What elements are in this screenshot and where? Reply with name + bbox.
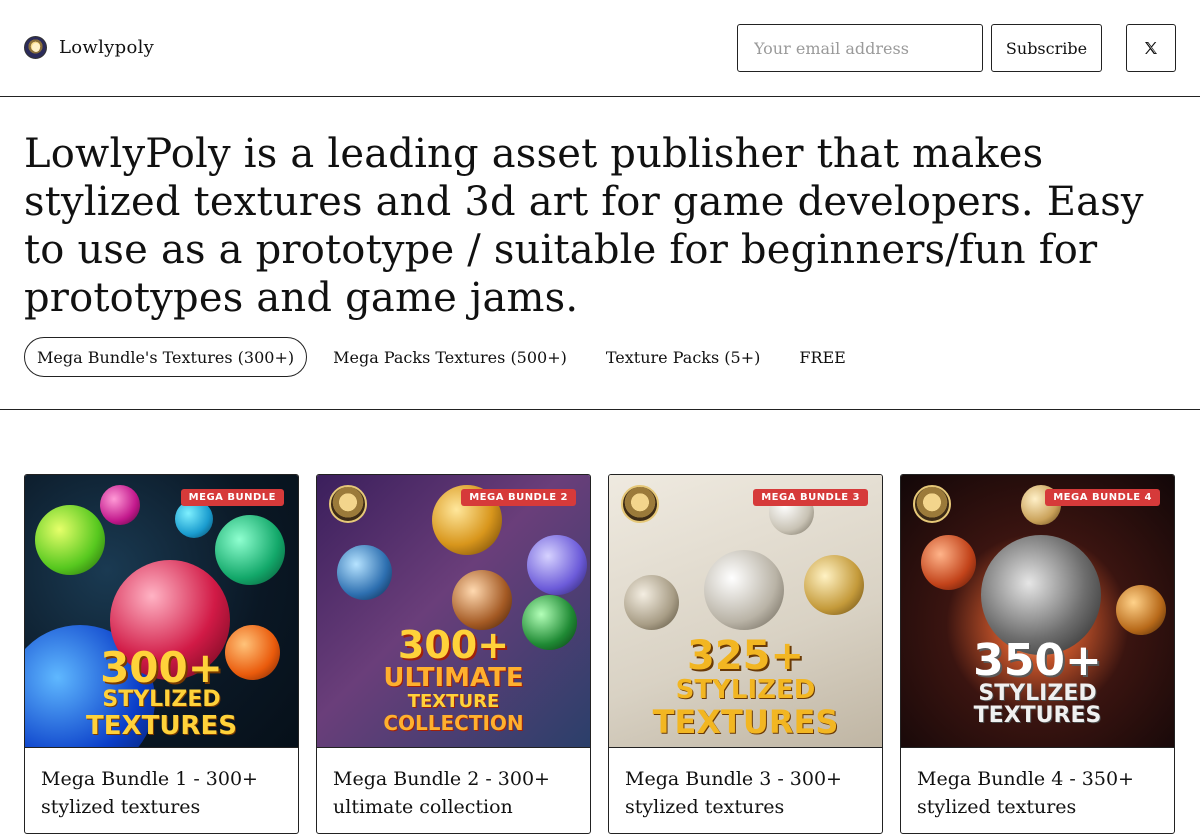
product-card[interactable]: MEGA BUNDLE 4 350+ STYLIZED TEXTURES Meg… xyxy=(900,474,1175,834)
bundle-badge: MEGA BUNDLE xyxy=(180,489,284,506)
texture-sphere xyxy=(704,550,784,630)
tab-mega-bundles[interactable]: Mega Bundle's Textures (300+) xyxy=(24,337,308,377)
brand[interactable]: Lowlypoly xyxy=(24,36,154,59)
lion-seal-icon xyxy=(621,485,659,523)
texture-sphere xyxy=(804,555,864,615)
product-thumbnail[interactable]: MEGA BUNDLE 4 350+ STYLIZED TEXTURES xyxy=(901,475,1174,748)
brand-name[interactable]: Lowlypoly xyxy=(59,37,154,58)
thumb-count: 300+ xyxy=(100,643,223,692)
thumb-count: 300+ xyxy=(397,623,510,667)
thumb-line-1: ULTIMATE xyxy=(383,663,524,693)
texture-sphere xyxy=(527,535,587,595)
texture-sphere xyxy=(35,505,105,575)
thumb-line-2: TEXTURE xyxy=(407,691,500,712)
tab-mega-packs[interactable]: Mega Packs Textures (500+) xyxy=(320,337,580,377)
product-title[interactable]: Mega Bundle 3 - 300+ stylized textures xyxy=(625,765,870,821)
hero-description: LowlyPoly is a leading asset publisher t… xyxy=(24,131,1144,321)
thumb-line-3: COLLECTION xyxy=(383,711,524,735)
lion-seal-icon xyxy=(913,485,951,523)
texture-sphere xyxy=(215,515,285,585)
product-thumbnail[interactable]: MEGA BUNDLE 3 325+ STYLIZED TEXTURES xyxy=(609,475,882,748)
site-header: Lowlypoly Subscribe xyxy=(0,0,1200,97)
thumb-line-2: TEXTURES xyxy=(652,703,839,741)
bundle-badge: MEGA BUNDLE 3 xyxy=(753,489,868,506)
subscribe-button[interactable]: Subscribe xyxy=(991,24,1102,72)
tab-texture-packs[interactable]: Texture Packs (5+) xyxy=(593,337,773,377)
texture-sphere xyxy=(624,575,679,630)
x-social-button[interactable] xyxy=(1126,24,1176,72)
texture-sphere xyxy=(100,485,140,525)
product-card[interactable]: MEGA BUNDLE 2 300+ ULTIMATE TEXTURE COLL… xyxy=(316,474,591,834)
product-title[interactable]: Mega Bundle 1 - 300+ stylized textures xyxy=(41,765,286,821)
x-logo-icon xyxy=(1145,42,1157,54)
product-card[interactable]: MEGA BUNDLE 300+ STYLIZED TEXTURES Mega … xyxy=(24,474,299,834)
bundle-badge: MEGA BUNDLE 2 xyxy=(461,489,576,506)
thumb-count: 350+ xyxy=(973,635,1102,686)
bundle-badge: MEGA BUNDLE 4 xyxy=(1045,489,1160,506)
product-thumbnail[interactable]: MEGA BUNDLE 2 300+ ULTIMATE TEXTURE COLL… xyxy=(317,475,590,748)
thumb-line-2: TEXTURES xyxy=(86,711,237,741)
texture-sphere xyxy=(337,545,392,600)
texture-sphere xyxy=(1116,585,1166,635)
texture-sphere xyxy=(921,535,976,590)
email-input[interactable] xyxy=(737,24,983,72)
product-grid: MEGA BUNDLE 300+ STYLIZED TEXTURES Mega … xyxy=(24,474,1176,834)
product-thumbnail[interactable]: MEGA BUNDLE 300+ STYLIZED TEXTURES xyxy=(25,475,298,748)
product-title[interactable]: Mega Bundle 2 - 300+ ultimate collection xyxy=(333,765,578,821)
tab-free[interactable]: FREE xyxy=(786,337,859,377)
thumb-line-1: STYLIZED xyxy=(675,675,816,705)
thumb-count: 325+ xyxy=(686,633,804,679)
lion-seal-icon xyxy=(329,485,367,523)
lion-logo-icon[interactable] xyxy=(24,36,47,59)
product-title[interactable]: Mega Bundle 4 - 350+ stylized textures xyxy=(917,765,1162,821)
thumb-line-1: STYLIZED xyxy=(102,687,221,712)
product-card[interactable]: MEGA BUNDLE 3 325+ STYLIZED TEXTURES Meg… xyxy=(608,474,883,834)
texture-sphere xyxy=(452,570,512,630)
thumb-line-2: TEXTURES xyxy=(973,703,1102,728)
section-divider xyxy=(0,409,1200,410)
category-tabs: Mega Bundle's Textures (300+) Mega Packs… xyxy=(24,337,859,377)
